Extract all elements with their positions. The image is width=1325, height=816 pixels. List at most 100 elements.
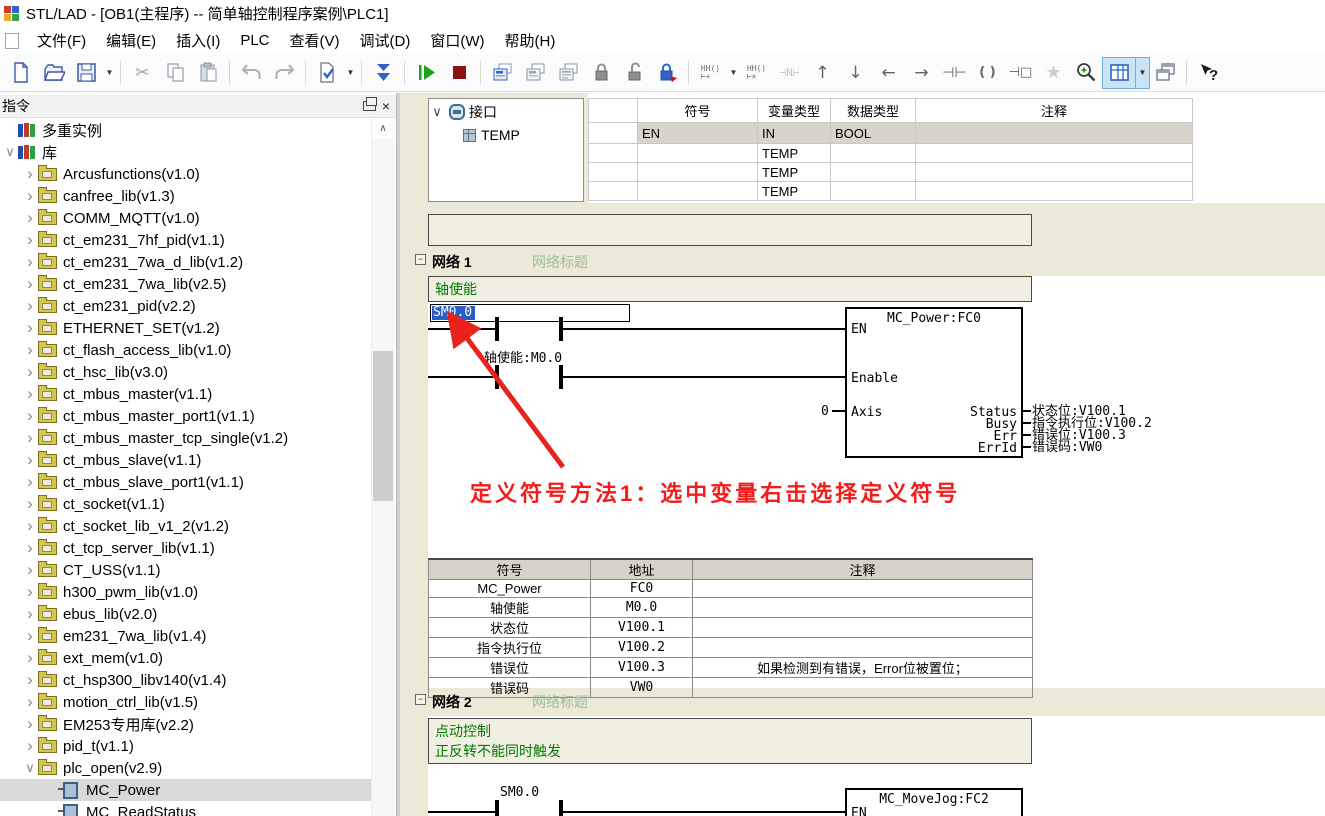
chevron-right-icon[interactable]: › <box>22 169 38 179</box>
chevron-right-icon[interactable]: › <box>22 631 38 641</box>
contact1-bar-icon[interactable] <box>495 317 499 341</box>
contact1-bar-icon[interactable] <box>559 317 563 341</box>
tree-item-ebus-lib-v2-0[interactable]: ›ebus_lib(v2.0) <box>0 603 371 625</box>
var-cell-symbol[interactable] <box>638 144 758 163</box>
block-input-axis[interactable]: Axis <box>851 406 882 419</box>
var-col-header[interactable]: 变量类型 <box>758 99 831 123</box>
view-blocks-3-icon[interactable] <box>552 58 585 88</box>
insert-network-dropdown[interactable]: ▼ <box>727 58 740 88</box>
sidebar-scrollbar[interactable]: ∧ <box>371 119 394 816</box>
network2-contact-bar-icon[interactable] <box>495 800 499 816</box>
stop-icon[interactable] <box>443 58 476 88</box>
tree-item-ext-mem-v1-0[interactable]: ›ext_mem(v1.0) <box>0 647 371 669</box>
tree-item-mc-readstatus[interactable]: MC_ReadStatus <box>0 801 371 816</box>
var-cell-var_type[interactable]: TEMP <box>758 182 831 201</box>
tree-item-ct-mbus-master-v1-1[interactable]: ›ct_mbus_master(v1.1) <box>0 383 371 405</box>
symbol-cell-address[interactable]: M0.0 <box>591 598 693 618</box>
cascade-windows-icon[interactable] <box>1149 58 1182 88</box>
menu-debug[interactable]: 调试(D) <box>350 27 421 54</box>
block-input-en[interactable]: EN <box>851 323 867 336</box>
block-output-errid[interactable]: ErrId <box>978 442 1017 455</box>
symbol-cell-symbol[interactable]: 错误位 <box>429 658 591 678</box>
tree-item-ct-hsc-lib-v3-0[interactable]: ›ct_hsc_lib(v3.0) <box>0 361 371 383</box>
new-file-icon[interactable] <box>4 58 37 88</box>
run-icon[interactable] <box>410 58 443 88</box>
chevron-right-icon[interactable]: › <box>22 719 38 729</box>
interface-temp-row[interactable]: TEMP <box>461 125 583 145</box>
chevron-right-icon[interactable]: › <box>22 543 38 553</box>
chevron-right-icon[interactable]: › <box>22 455 38 465</box>
line-right-icon[interactable]: → <box>905 58 938 88</box>
scrollbar-up-icon[interactable]: ∧ <box>372 119 394 139</box>
menu-help[interactable]: 帮助(H) <box>495 27 566 54</box>
chevron-right-icon[interactable]: › <box>22 389 38 399</box>
var-cell-comment[interactable] <box>916 123 1193 144</box>
tree-item-pid-t-v1-1[interactable]: ›pid_t(v1.1) <box>0 735 371 757</box>
tree-item-ct-em231-7wa-lib-v2-5[interactable]: ›ct_em231_7wa_lib(v2.5) <box>0 273 371 295</box>
var-cell-data_type[interactable] <box>831 163 916 182</box>
symbol-cell-symbol[interactable]: 状态位 <box>429 618 591 638</box>
download-icon[interactable] <box>367 58 400 88</box>
tree-item-ct-flash-access-lib-v1-0[interactable]: ›ct_flash_access_lib(v1.0) <box>0 339 371 361</box>
menu-plc[interactable]: PLC <box>230 29 279 52</box>
var-cell-symbol[interactable] <box>638 163 758 182</box>
chevron-right-icon[interactable]: › <box>22 675 38 685</box>
compile-icon[interactable] <box>311 58 344 88</box>
menu-file[interactable]: 文件(F) <box>27 27 96 54</box>
row-number-cell[interactable] <box>589 123 638 144</box>
network2-title-placeholder[interactable]: 网络标题 <box>532 692 588 712</box>
chevron-right-icon[interactable]: › <box>22 411 38 421</box>
compile-dropdown[interactable]: ▼ <box>344 58 357 88</box>
protect-icon[interactable] <box>651 58 684 88</box>
tree-item-ct-mbus-master-tcp-single-v1-2[interactable]: ›ct_mbus_master_tcp_single(v1.2) <box>0 427 371 449</box>
menu-window[interactable]: 窗口(W) <box>420 27 494 54</box>
symbol-cell-symbol[interactable]: 指令执行位 <box>429 638 591 658</box>
chevron-right-icon[interactable]: › <box>22 565 38 575</box>
save-dropdown[interactable]: ▼ <box>103 58 116 88</box>
mc-movejog-block[interactable]: MC_MoveJog:FC2 EN <box>845 788 1023 816</box>
network2-comment-box[interactable]: 点动控制 正反转不能同时触发 <box>428 718 1032 764</box>
network2-contact-bar-icon[interactable] <box>559 800 563 816</box>
symbol-cell-address[interactable]: VW0 <box>591 678 693 698</box>
chevron-right-icon[interactable]: › <box>22 609 38 619</box>
chevron-right-icon[interactable]: › <box>22 191 38 201</box>
insert-coil-icon[interactable]: ( ) <box>971 58 1004 88</box>
network2-label[interactable]: 网络 2 <box>432 692 472 712</box>
line-down-icon[interactable]: ↓ <box>839 58 872 88</box>
contact2-bar-icon[interactable] <box>559 365 563 389</box>
zoom-icon[interactable] <box>1070 58 1103 88</box>
tree-item-ct-socket-lib-v1-2-v1-2[interactable]: ›ct_socket_lib_v1_2(v1.2) <box>0 515 371 537</box>
tree-item-em231-7wa-lib-v1-4[interactable]: ›em231_7wa_lib(v1.4) <box>0 625 371 647</box>
tree-item-ct-mbus-slave-port1-v1-1[interactable]: ›ct_mbus_slave_port1(v1.1) <box>0 471 371 493</box>
chevron-down-icon[interactable]: ∨ <box>2 147 18 157</box>
tree-item-ct-em231-7wa-d-lib-v1-2[interactable]: ›ct_em231_7wa_d_lib(v1.2) <box>0 251 371 273</box>
pou-comment-box[interactable] <box>428 214 1032 246</box>
symbol-cell-symbol[interactable]: 轴使能 <box>429 598 591 618</box>
line-up-icon[interactable]: ↑ <box>806 58 839 88</box>
paste-icon[interactable] <box>192 58 225 88</box>
delete-network-icon[interactable]: HH()⊢× <box>740 58 773 88</box>
undo-icon[interactable] <box>235 58 268 88</box>
chevron-right-icon[interactable]: › <box>22 345 38 355</box>
chevron-right-icon[interactable]: › <box>22 741 38 751</box>
var-cell-data_type[interactable]: BOOL <box>831 123 916 144</box>
tree-item-ct-em231-pid-v2-2[interactable]: ›ct_em231_pid(v2.2) <box>0 295 371 317</box>
interface-root-row[interactable]: ∨ 接口 <box>429 102 583 122</box>
symbol-cell-comment[interactable] <box>693 638 1033 658</box>
var-cell-symbol[interactable]: EN <box>638 123 758 144</box>
tree-item-comm-mqtt-v1-0[interactable]: ›COMM_MQTT(v1.0) <box>0 207 371 229</box>
tree-item-ct-uss-v1-1[interactable]: ›CT_USS(v1.1) <box>0 559 371 581</box>
var-cell-var_type[interactable]: TEMP <box>758 144 831 163</box>
chevron-down-icon[interactable]: ∨ <box>429 107 445 117</box>
tree-item-motion-ctrl-lib-v1-5[interactable]: ›motion_ctrl_lib(v1.5) <box>0 691 371 713</box>
chevron-right-icon[interactable]: › <box>22 235 38 245</box>
operand-selection-box[interactable]: SM0.0 <box>430 304 630 322</box>
network1-comment-box[interactable]: 轴使能 <box>428 276 1032 302</box>
var-cell-data_type[interactable] <box>831 144 916 163</box>
chevron-right-icon[interactable]: › <box>22 301 38 311</box>
menu-view[interactable]: 查看(V) <box>280 27 350 54</box>
open-file-icon[interactable] <box>37 58 70 88</box>
close-panel-icon[interactable]: × <box>376 98 396 114</box>
errid-operand[interactable]: 错误码:VW0 <box>1032 441 1102 454</box>
cut-icon[interactable]: ✂ <box>126 58 159 88</box>
